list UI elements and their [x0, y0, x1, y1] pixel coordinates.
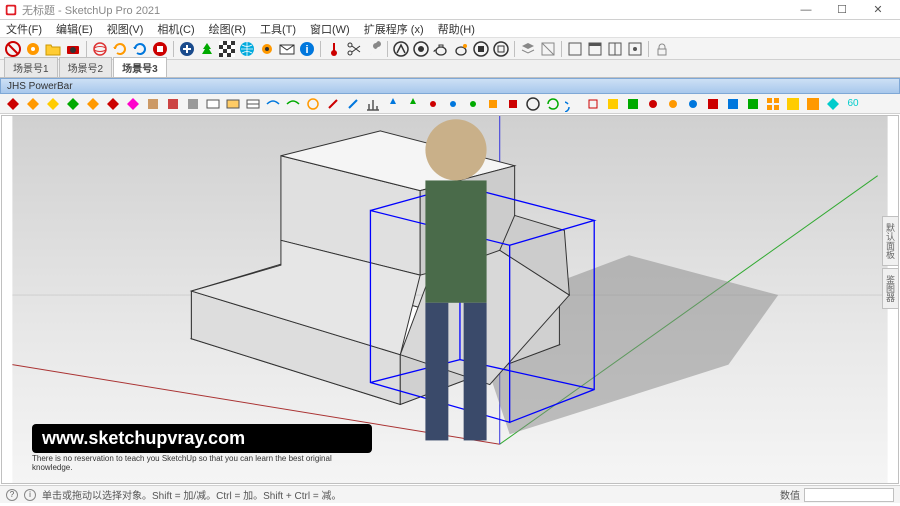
scene-tab-2[interactable]: 场景号2: [59, 57, 113, 77]
scene-tabs: 场景号1 场景号2 场景号3: [0, 60, 900, 78]
window-split-icon[interactable]: [606, 40, 624, 58]
watermark-url: www.sketchupvray.com: [32, 424, 372, 453]
menu-window[interactable]: 窗口(W): [310, 21, 350, 37]
wrench-icon[interactable]: [365, 40, 383, 58]
status-hint: 单击或拖动以选择对象。Shift = 加/减。Ctrl = 加。Shift + …: [42, 487, 342, 502]
orbit-icon[interactable]: [91, 40, 109, 58]
minimize-button[interactable]: —: [788, 1, 824, 19]
camera-icon[interactable]: [64, 40, 82, 58]
layers-icon[interactable]: [519, 40, 537, 58]
scale-figure-icon: [8, 104, 900, 471]
window-settings-icon[interactable]: [626, 40, 644, 58]
measurement-input[interactable]: [804, 488, 894, 502]
menu-draw[interactable]: 绘图(R): [209, 21, 246, 37]
vray-region-icon[interactable]: [492, 40, 510, 58]
scissors-icon[interactable]: [345, 40, 363, 58]
menu-view[interactable]: 视图(V): [107, 21, 144, 37]
powerbar-title[interactable]: JHS PowerBar: [0, 78, 900, 94]
menu-bar: 文件(F) 编辑(E) 视图(V) 相机(C) 绘图(R) 工具(T) 窗口(W…: [0, 20, 900, 38]
window-title: 无标题 - SketchUp Pro 2021: [22, 2, 788, 18]
close-button[interactable]: ✕: [860, 1, 896, 19]
maximize-button[interactable]: ☐: [824, 1, 860, 19]
menu-extensions[interactable]: 扩展程序 (x): [364, 21, 424, 37]
gear-icon[interactable]: [258, 40, 276, 58]
menu-file[interactable]: 文件(F): [6, 21, 42, 37]
app-icon: [4, 3, 18, 17]
refresh-icon[interactable]: [111, 40, 129, 58]
teapot-icon[interactable]: [432, 40, 450, 58]
status-help-icon[interactable]: ?: [6, 489, 18, 501]
temperature-icon[interactable]: [325, 40, 343, 58]
viewport[interactable]: 默认面板 鉴图器 www.sketchupvray.com There is n…: [1, 115, 899, 484]
scene-tab-3[interactable]: 场景号3: [113, 57, 167, 77]
globe-icon[interactable]: [238, 40, 256, 58]
watermark-subtitle: There is no reservation to teach you Ske…: [32, 455, 372, 473]
refresh-blue-icon[interactable]: [131, 40, 149, 58]
mail-icon[interactable]: [278, 40, 296, 58]
status-bar: ? i 单击或拖动以选择对象。Shift = 加/减。Ctrl = 加。Shif…: [0, 485, 900, 503]
window-single-icon[interactable]: [566, 40, 584, 58]
stop-icon[interactable]: [151, 40, 169, 58]
tree-icon[interactable]: [198, 40, 216, 58]
no-entry-icon[interactable]: [4, 40, 22, 58]
status-info-icon[interactable]: i: [24, 489, 36, 501]
vray-render-icon[interactable]: [392, 40, 410, 58]
folder-icon[interactable]: [44, 40, 62, 58]
gear-orange-icon[interactable]: [24, 40, 42, 58]
scene-tab-1[interactable]: 场景号1: [4, 57, 58, 77]
svg-text:i: i: [305, 44, 308, 56]
window-controls: — ☐ ✕: [788, 1, 896, 19]
teapot-rt-icon[interactable]: [452, 40, 470, 58]
window-frame-icon[interactable]: [586, 40, 604, 58]
vray-stop-icon[interactable]: [472, 40, 490, 58]
section-icon[interactable]: [539, 40, 557, 58]
menu-edit[interactable]: 编辑(E): [56, 21, 93, 37]
title-bar: 无标题 - SketchUp Pro 2021 — ☐ ✕: [0, 0, 900, 20]
info-icon[interactable]: i: [298, 40, 316, 58]
add-circle-icon[interactable]: [178, 40, 196, 58]
checker-icon[interactable]: [218, 40, 236, 58]
watermark: www.sketchupvray.com There is no reserva…: [32, 424, 372, 473]
menu-camera[interactable]: 相机(C): [157, 21, 194, 37]
measure-label: 数值: [780, 487, 800, 502]
lock-icon[interactable]: [653, 40, 671, 58]
menu-help[interactable]: 帮助(H): [438, 21, 475, 37]
menu-tools[interactable]: 工具(T): [260, 21, 296, 37]
vray-interactive-icon[interactable]: [412, 40, 430, 58]
